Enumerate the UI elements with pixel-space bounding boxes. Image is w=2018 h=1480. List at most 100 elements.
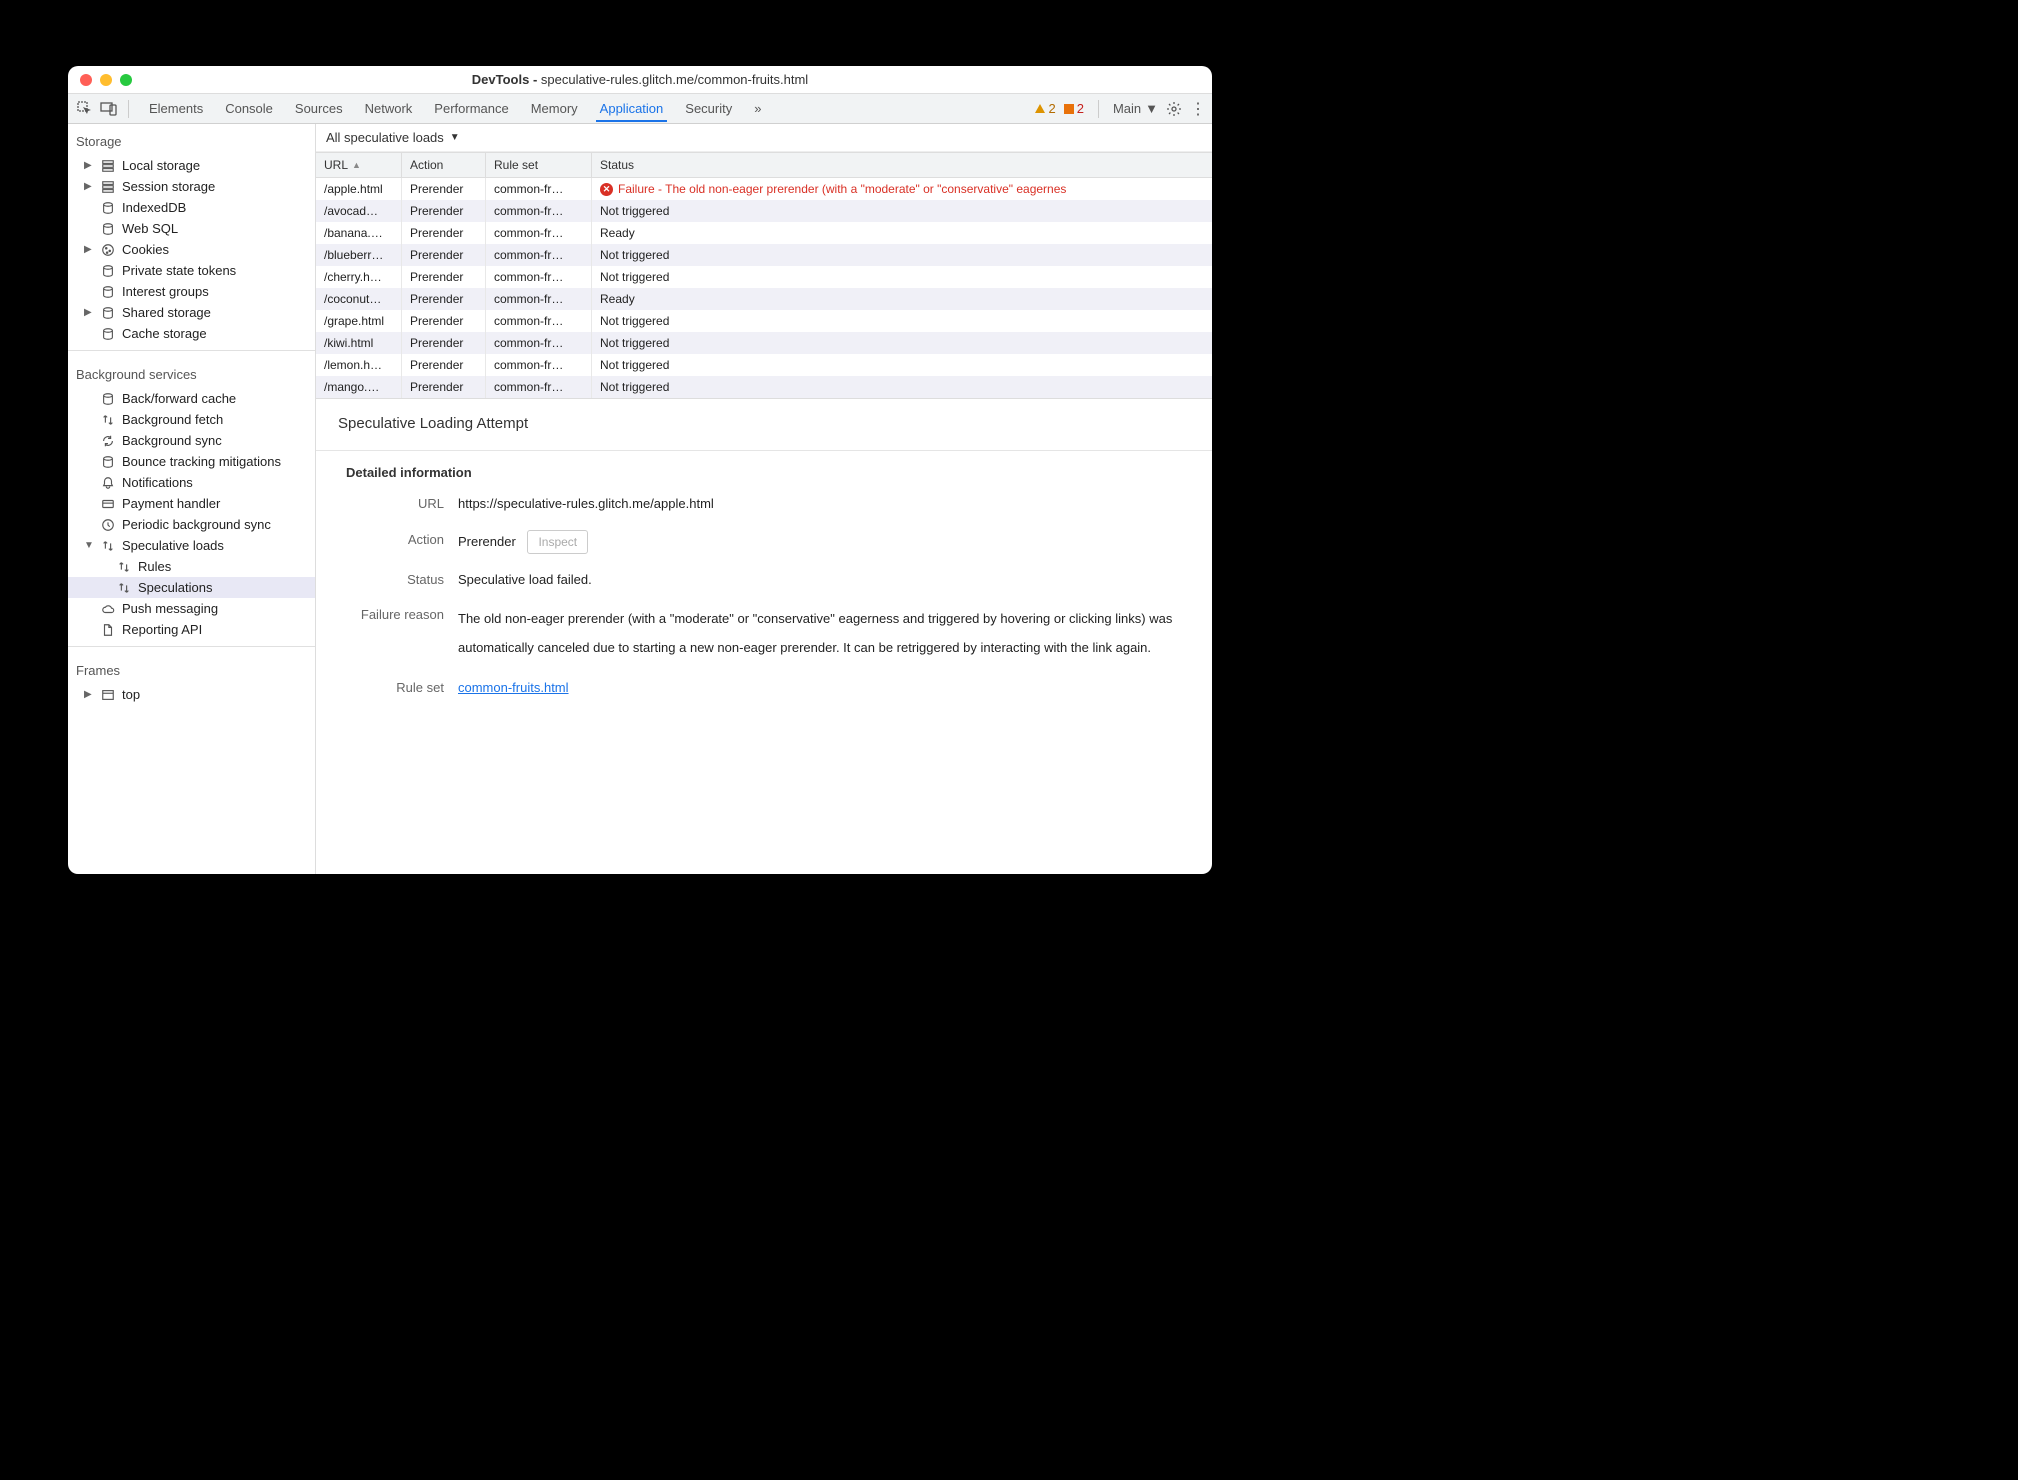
table-row[interactable]: /cherry.h…Prerendercommon-fr…Not trigger… (316, 266, 1212, 288)
table-row[interactable]: /apple.htmlPrerendercommon-fr…✕Failure -… (316, 178, 1212, 200)
label-action: Action (338, 530, 458, 554)
section-storage: Storage (68, 124, 315, 155)
sidebar-item-private-state-tokens[interactable]: Private state tokens (68, 260, 315, 281)
cell-url: /apple.html (316, 178, 402, 200)
table-row[interactable]: /coconut…Prerendercommon-fr…Ready (316, 288, 1212, 310)
updown-icon (100, 539, 116, 553)
ruleset-link[interactable]: common-fruits.html (458, 680, 569, 695)
doc-icon (100, 623, 116, 637)
sidebar-item-reporting-api[interactable]: Reporting API (68, 619, 315, 640)
table-row[interactable]: /avocad…Prerendercommon-fr…Not triggered (316, 200, 1212, 222)
table-row[interactable]: /kiwi.htmlPrerendercommon-fr…Not trigger… (316, 332, 1212, 354)
warning-triangle-icon (1035, 104, 1045, 113)
divider (68, 646, 315, 647)
inspect-element-icon[interactable] (74, 98, 96, 120)
sidebar-item-label: Cookies (122, 242, 169, 257)
tab-application[interactable]: Application (596, 95, 668, 122)
cyl-icon (100, 392, 116, 406)
sidebar-item-cookies[interactable]: ▶Cookies (68, 239, 315, 260)
sidebar-item-label: top (122, 687, 140, 702)
tab-performance[interactable]: Performance (430, 95, 512, 122)
sidebar-item-top[interactable]: ▶top (68, 684, 315, 705)
cell-status: Not triggered (592, 376, 1212, 398)
sidebar-item-shared-storage[interactable]: ▶Shared storage (68, 302, 315, 323)
sidebar-item-bounce-tracking-mitigations[interactable]: Bounce tracking mitigations (68, 451, 315, 472)
tab-console[interactable]: Console (221, 95, 277, 122)
issues-badge[interactable]: 2 (1064, 101, 1084, 116)
status-text: Failure - The old non-eager prerender (w… (618, 182, 1066, 196)
sidebar-item-label: Rules (138, 559, 171, 574)
table-row[interactable]: /lemon.h…Prerendercommon-fr…Not triggere… (316, 354, 1212, 376)
cell-url: /cherry.h… (316, 266, 402, 288)
cell-action: Prerender (402, 310, 486, 332)
table-row[interactable]: /grape.htmlPrerendercommon-fr…Not trigge… (316, 310, 1212, 332)
sidebar-item-label: Shared storage (122, 305, 211, 320)
sidebar-item-label: Session storage (122, 179, 215, 194)
more-menu-icon[interactable]: ⋮ (1190, 99, 1206, 119)
sidebar-item-session-storage[interactable]: ▶Session storage (68, 176, 315, 197)
target-selector[interactable]: Main ▼ (1113, 101, 1158, 116)
sidebar-item-rules[interactable]: Rules (68, 556, 315, 577)
table-row[interactable]: /banana.…Prerendercommon-fr…Ready (316, 222, 1212, 244)
error-icon: ✕ (600, 183, 613, 196)
label-failure: Failure reason (338, 605, 458, 662)
sidebar-item-push-messaging[interactable]: Push messaging (68, 598, 315, 619)
db-icon (100, 159, 116, 173)
settings-icon[interactable] (1166, 101, 1182, 117)
table-row[interactable]: /mango.…Prerendercommon-fr…Not triggered (316, 376, 1212, 398)
device-toggle-icon[interactable] (98, 98, 120, 120)
sidebar-item-label: Speculations (138, 580, 212, 595)
sidebar-item-interest-groups[interactable]: Interest groups (68, 281, 315, 302)
sidebar-item-speculations[interactable]: Speculations (68, 577, 315, 598)
frame-icon (100, 688, 116, 702)
sidebar-item-speculative-loads[interactable]: ▼Speculative loads (68, 535, 315, 556)
speculations-table: URL▲ Action Rule set Status /apple.htmlP… (316, 152, 1212, 399)
inspect-button[interactable]: Inspect (527, 530, 588, 554)
sidebar-item-payment-handler[interactable]: Payment handler (68, 493, 315, 514)
updown-icon (116, 581, 132, 595)
tab-overflow[interactable]: » (750, 95, 765, 122)
warnings-badge[interactable]: 2 (1035, 101, 1055, 116)
tab-sources[interactable]: Sources (291, 95, 347, 122)
tab-elements[interactable]: Elements (145, 95, 207, 122)
sidebar-item-label: Payment handler (122, 496, 220, 511)
cell-status: Ready (592, 288, 1212, 310)
status-text: Not triggered (600, 248, 669, 262)
section-bgservices: Background services (68, 357, 315, 388)
tab-network[interactable]: Network (361, 95, 417, 122)
toolbar: Elements Console Sources Network Perform… (68, 94, 1212, 124)
cell-url: /coconut… (316, 288, 402, 310)
sidebar-item-label: Interest groups (122, 284, 209, 299)
col-url[interactable]: URL▲ (316, 153, 402, 177)
sidebar-item-local-storage[interactable]: ▶Local storage (68, 155, 315, 176)
sidebar-item-label: Push messaging (122, 601, 218, 616)
sidebar-item-notifications[interactable]: Notifications (68, 472, 315, 493)
sidebar-item-periodic-background-sync[interactable]: Periodic background sync (68, 514, 315, 535)
tab-memory[interactable]: Memory (527, 95, 582, 122)
sidebar-item-web-sql[interactable]: Web SQL (68, 218, 315, 239)
cell-ruleset: common-fr… (486, 222, 592, 244)
sidebar-item-indexeddb[interactable]: IndexedDB (68, 197, 315, 218)
col-ruleset[interactable]: Rule set (486, 153, 592, 177)
db-icon (100, 180, 116, 194)
sidebar-item-background-fetch[interactable]: Background fetch (68, 409, 315, 430)
expand-arrow-icon: ▶ (84, 160, 94, 171)
cell-status: Ready (592, 222, 1212, 244)
cell-url: /grape.html (316, 310, 402, 332)
cyl-icon (100, 264, 116, 278)
section-frames: Frames (68, 653, 315, 684)
sidebar-item-background-sync[interactable]: Background sync (68, 430, 315, 451)
sidebar-item-back-forward-cache[interactable]: Back/forward cache (68, 388, 315, 409)
tab-security[interactable]: Security (681, 95, 736, 122)
sidebar-item-cache-storage[interactable]: Cache storage (68, 323, 315, 344)
separator (1098, 100, 1099, 118)
sidebar-item-label: Back/forward cache (122, 391, 236, 406)
filter-dropdown[interactable]: All speculative loads ▼ (316, 124, 1212, 152)
col-status[interactable]: Status (592, 153, 1212, 177)
cell-status: Not triggered (592, 354, 1212, 376)
cell-action: Prerender (402, 288, 486, 310)
col-action[interactable]: Action (402, 153, 486, 177)
table-row[interactable]: /blueberr…Prerendercommon-fr…Not trigger… (316, 244, 1212, 266)
cookie-icon (100, 243, 116, 257)
cell-status: Not triggered (592, 332, 1212, 354)
